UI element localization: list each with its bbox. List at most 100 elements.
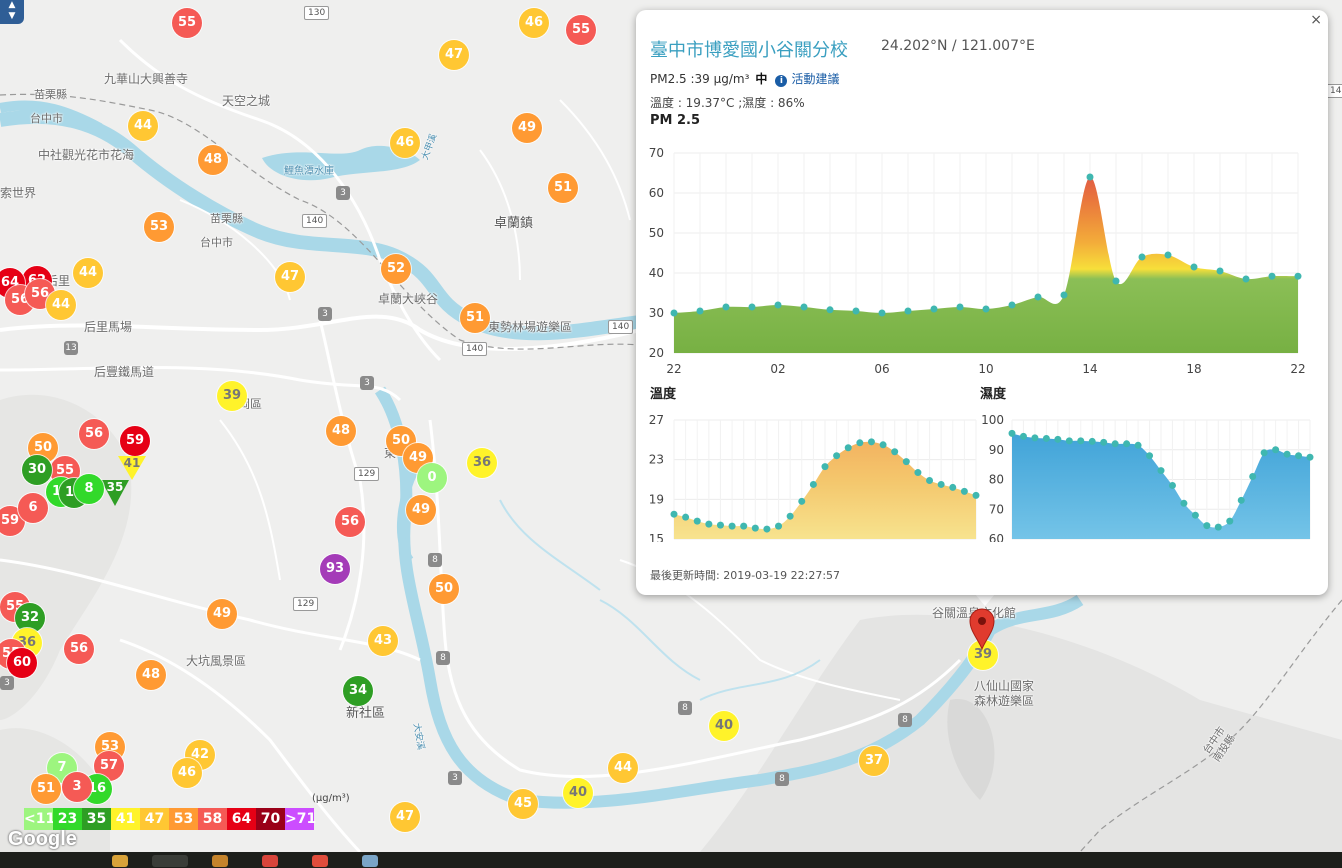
aqi-pin[interactable]: 56 [335,507,365,537]
aqi-pin[interactable]: 45 [508,789,538,819]
aqi-pin[interactable]: 93 [320,554,350,584]
legend-cell: 58 [198,808,227,830]
data-point [1019,432,1027,440]
aqi-pin[interactable]: 46 [172,758,202,788]
aqi-pin[interactable]: 34 [343,676,373,706]
legend-cell: 23 [53,808,82,830]
place-label: 天空之城 [222,94,271,108]
road-number: 8 [898,713,912,727]
aqi-pin[interactable]: 30 [22,455,52,485]
road-number: 3 [360,376,374,390]
data-point [856,439,864,447]
aqi-pin[interactable]: 48 [198,145,228,175]
aqi-pin[interactable]: 43 [368,626,398,656]
aqi-pin[interactable]: 44 [46,290,76,320]
taskbar-app-icon[interactable] [362,855,378,867]
aqi-pin[interactable]: 52 [381,254,411,284]
data-point [670,309,678,317]
pm-chart-title: PM 2.5 [650,113,701,128]
aqi-pin[interactable]: 37 [859,746,889,776]
aqi-pin[interactable]: 44 [128,111,158,141]
taskbar-app-icon[interactable] [212,855,228,867]
aqi-pin[interactable]: 53 [144,212,174,242]
road-number: 13 [64,341,78,355]
data-point [786,512,794,520]
station-name[interactable]: 臺中市博愛國小谷關分校 [650,36,848,62]
data-point [833,452,841,460]
taskbar-app-icon[interactable] [312,855,328,867]
aqi-pin[interactable]: 49 [406,495,436,525]
aqi-pin[interactable]: 46 [519,8,549,38]
taskbar-app-icon[interactable] [112,855,128,867]
data-point [1216,267,1224,275]
aqi-pin[interactable]: 55 [566,15,596,45]
aqi-pin[interactable]: 51 [548,173,578,203]
aqi-site-triangle[interactable]: 35 [101,480,129,506]
info-icon[interactable]: i [775,75,788,87]
data-point [800,303,808,311]
last-updated: 最後更新時間: 2019-03-19 22:27:57 [650,569,841,582]
legend-cell: 64 [227,808,256,830]
data-point [1077,437,1085,445]
road-number: 3 [0,676,14,690]
place-label: 卓蘭鎮 [494,216,534,231]
data-point [705,520,713,528]
road-shield: 140 [302,214,328,228]
aqi-pin[interactable]: 0 [417,463,447,493]
data-point [1190,263,1198,271]
data-point [670,510,678,518]
aqi-pin[interactable]: 8 [74,474,104,504]
aqi-pin[interactable]: 51 [31,774,61,804]
data-point [1008,301,1016,309]
aqi-pin[interactable]: 48 [326,416,356,446]
aqi-pin[interactable]: 44 [608,753,638,783]
aqi-pin[interactable]: 40 [563,778,593,808]
aqi-pin[interactable]: 60 [7,648,37,678]
aqi-pin[interactable]: 49 [207,599,237,629]
close-button[interactable]: × [1310,12,1322,28]
activity-advice-link[interactable]: 活動建議 [791,72,839,86]
place-label: 后豐鐵馬道 [94,365,155,379]
aqi-pin[interactable]: 40 [709,711,739,741]
aqi-pin[interactable]: 47 [439,40,469,70]
aqi-pin[interactable]: 44 [73,258,103,288]
road-number: 8 [436,651,450,665]
x-tick-label: 02 [770,362,785,376]
aqi-pin[interactable]: 3 [62,772,92,802]
aqi-pin[interactable]: 56 [64,634,94,664]
temp-chart-title: 溫度 [650,387,677,402]
data-point [775,522,783,530]
aqi-pin[interactable]: 39 [217,381,247,411]
aqi-pin[interactable]: 56 [79,419,109,449]
road-shield: 140 [1326,84,1342,98]
aqi-pin[interactable]: 47 [390,802,420,832]
location-marker-icon[interactable] [968,607,996,651]
road-number: 3 [448,771,462,785]
temperature-chart: 15 19 23 27 [649,413,980,542]
aqi-pin[interactable]: 48 [136,660,166,690]
aqi-pin[interactable]: 50 [429,574,459,604]
data-point [891,448,899,456]
aqi-pin[interactable]: 51 [460,303,490,333]
aqi-pin[interactable]: 46 [390,128,420,158]
google-logo: Google [8,828,77,850]
taskbar-app-icon[interactable] [152,855,188,867]
taskbar-app-icon[interactable] [262,855,278,867]
aqi-pin[interactable]: 36 [467,448,497,478]
data-point [1268,272,1276,280]
data-point [1100,438,1108,446]
y-tick-label: 30 [649,306,664,320]
app-corner-icon[interactable]: ▲ ▼ [0,0,24,24]
data-point [1164,251,1172,259]
data-point [1088,437,1096,445]
data-point [1191,511,1199,519]
road-shield: 140 [462,342,488,356]
data-point [1054,435,1062,443]
aqi-pin[interactable]: 6 [18,493,48,523]
aqi-pin[interactable]: 59 [120,426,150,456]
aqi-pin[interactable]: 55 [172,8,202,38]
aqi-site-triangle[interactable]: 41 [118,456,146,480]
aqi-pin[interactable]: 49 [512,113,542,143]
aqi-pin[interactable]: 47 [275,262,305,292]
place-label: 森林遊樂區 [974,694,1035,708]
